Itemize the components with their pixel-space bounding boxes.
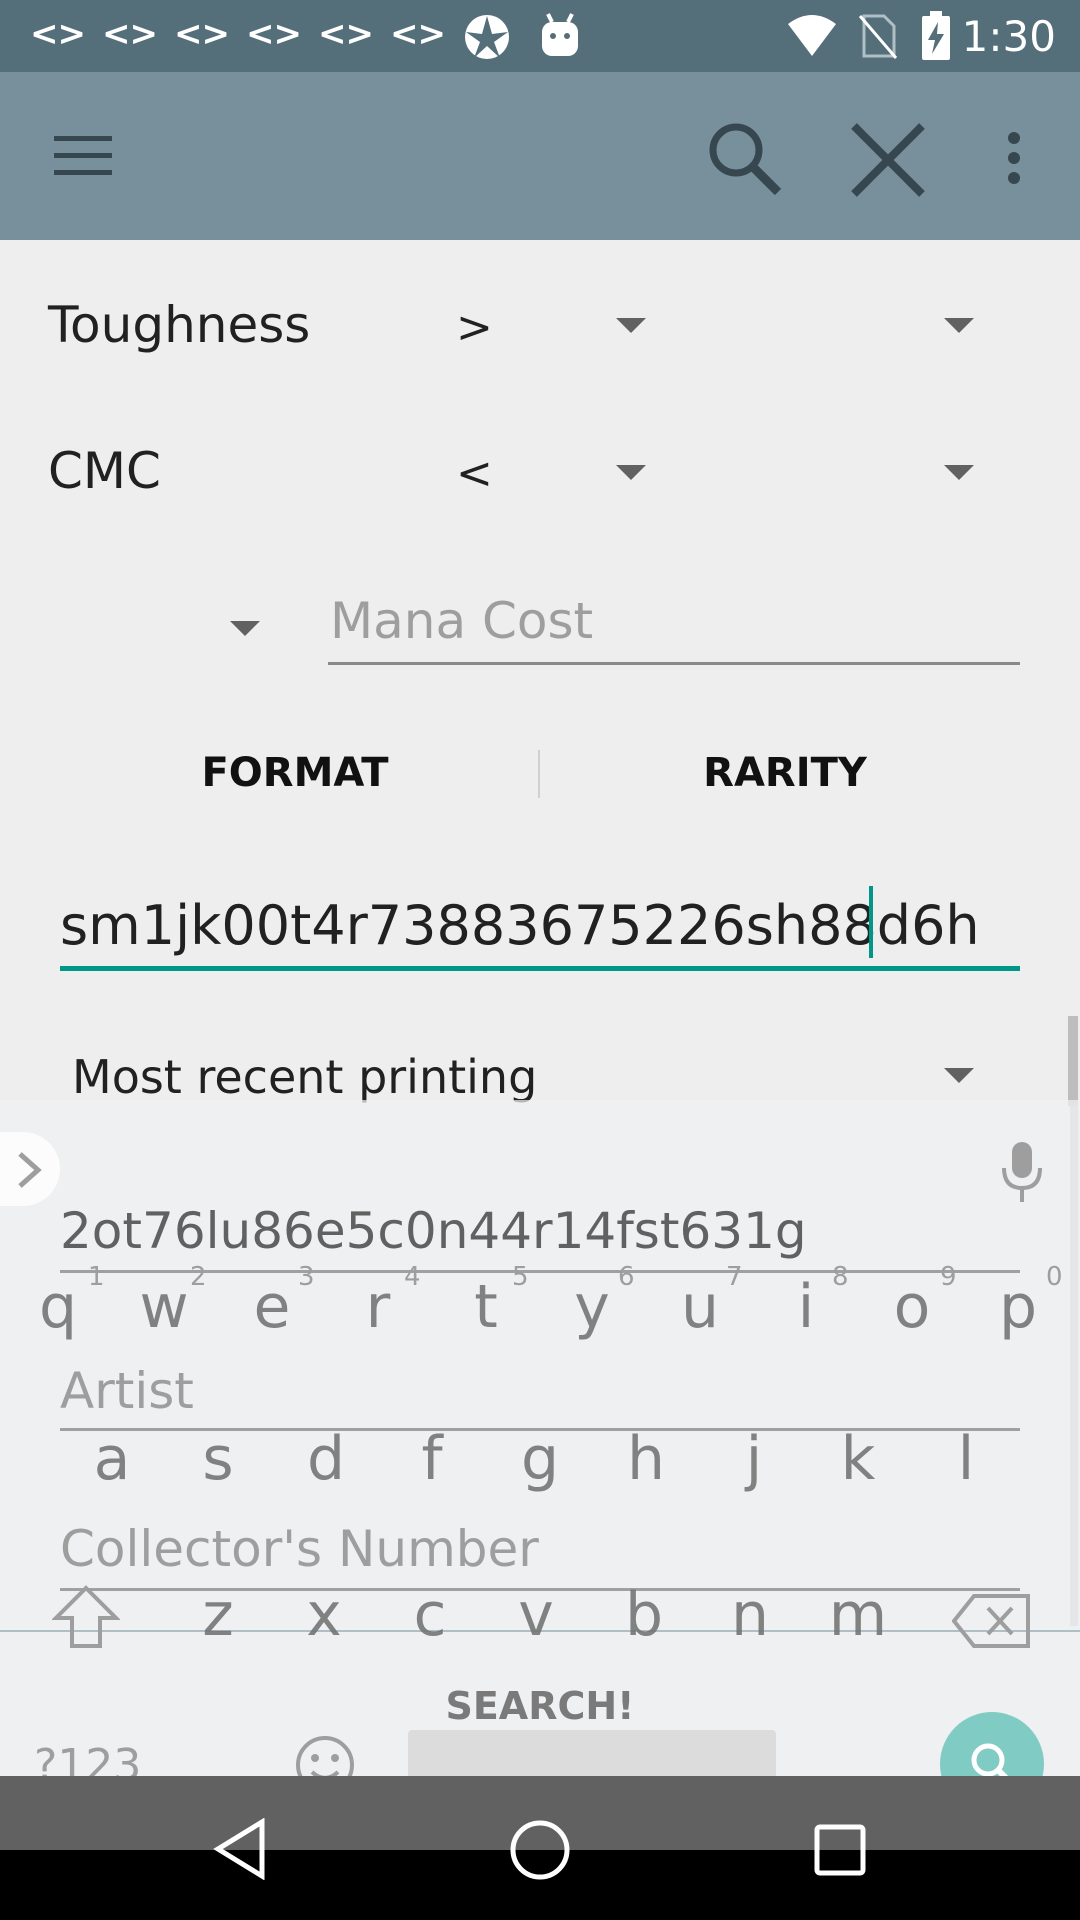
focused-underline bbox=[60, 966, 1020, 971]
wifi-icon bbox=[788, 15, 836, 56]
search-submit-button[interactable]: SEARCH! bbox=[340, 1684, 740, 1728]
key-t[interactable]: t bbox=[446, 1272, 526, 1342]
key-m[interactable]: m bbox=[818, 1580, 898, 1650]
key-k[interactable]: k bbox=[818, 1424, 898, 1494]
code-notification-icon: <> bbox=[246, 14, 302, 54]
mana-cost-input[interactable]: Mana Cost bbox=[330, 592, 593, 650]
key-c[interactable]: c bbox=[390, 1580, 470, 1650]
chevron-down-icon[interactable] bbox=[616, 318, 646, 333]
menu-icon[interactable] bbox=[54, 134, 114, 178]
mana-cost-underline bbox=[328, 662, 1020, 665]
code-notification-icon: <> bbox=[102, 14, 158, 54]
clock: 1:30 bbox=[961, 12, 1056, 61]
key-d[interactable]: d bbox=[286, 1424, 366, 1494]
status-bar: <> <> <> <> <> <> 1:30 bbox=[0, 0, 1080, 72]
cmc-label: CMC bbox=[48, 442, 161, 500]
key-y[interactable]: y bbox=[552, 1272, 632, 1342]
set-code-input[interactable]: 2ot76lu86e5c0n44r14fst631g bbox=[60, 1202, 807, 1260]
key-i[interactable]: i bbox=[766, 1272, 846, 1342]
key-h[interactable]: h bbox=[606, 1424, 686, 1494]
key-r[interactable]: r bbox=[338, 1272, 418, 1342]
code-notification-icon: <> bbox=[318, 14, 374, 54]
toughness-operator-spinner[interactable]: > bbox=[456, 302, 493, 353]
code-notification-icon: <> bbox=[30, 14, 86, 54]
toughness-label: Toughness bbox=[48, 296, 311, 354]
app-icon bbox=[465, 15, 509, 59]
key-u[interactable]: u bbox=[660, 1272, 740, 1342]
key-b[interactable]: b bbox=[604, 1580, 684, 1650]
key-g[interactable]: g bbox=[500, 1424, 580, 1494]
collector-number-input[interactable]: Collector's Number bbox=[60, 1520, 539, 1578]
printing-spinner[interactable]: Most recent printing bbox=[72, 1050, 537, 1104]
app-toolbar bbox=[0, 72, 1080, 240]
key-f[interactable]: f bbox=[392, 1424, 472, 1494]
tab-divider bbox=[538, 750, 540, 798]
key-z[interactable]: z bbox=[178, 1580, 258, 1650]
key-l[interactable]: l bbox=[926, 1424, 1006, 1494]
text-cursor bbox=[869, 886, 873, 958]
home-icon[interactable] bbox=[508, 1818, 572, 1882]
code-notification-icon: <> bbox=[174, 14, 230, 54]
format-button[interactable]: FORMAT bbox=[110, 750, 480, 796]
key-p[interactable]: p bbox=[978, 1272, 1058, 1342]
chevron-right-icon[interactable] bbox=[14, 1150, 44, 1190]
chevron-down-icon[interactable] bbox=[944, 1068, 974, 1083]
key-w[interactable]: w bbox=[124, 1272, 204, 1342]
key-v[interactable]: v bbox=[496, 1580, 576, 1650]
key-x[interactable]: x bbox=[284, 1580, 364, 1650]
set-search-input[interactable]: sm1jk00t4r73883675226sh88d6h bbox=[60, 894, 980, 957]
artist-input[interactable]: Artist bbox=[60, 1362, 194, 1420]
search-icon[interactable] bbox=[706, 120, 782, 196]
mana-cost-operator-spinner[interactable] bbox=[230, 621, 260, 636]
key-q[interactable]: q bbox=[18, 1272, 98, 1342]
more-vert-icon[interactable] bbox=[1002, 130, 1026, 186]
toughness-value-spinner[interactable] bbox=[944, 318, 974, 333]
cmc-value-spinner[interactable] bbox=[944, 465, 974, 480]
android-icon bbox=[542, 13, 578, 56]
back-icon[interactable] bbox=[212, 1818, 268, 1880]
cmc-operator-spinner[interactable]: < bbox=[456, 448, 493, 499]
code-notification-icon: <> bbox=[390, 14, 446, 54]
key-o[interactable]: o bbox=[872, 1272, 952, 1342]
scrollbar-thumb[interactable] bbox=[1068, 1016, 1078, 1106]
shift-icon[interactable] bbox=[52, 1584, 120, 1650]
key-a[interactable]: a bbox=[72, 1424, 152, 1494]
no-sim-icon bbox=[858, 14, 898, 59]
key-s[interactable]: s bbox=[178, 1424, 258, 1494]
battery-charging-icon bbox=[922, 11, 950, 60]
key-n[interactable]: n bbox=[710, 1580, 790, 1650]
key-j[interactable]: j bbox=[714, 1424, 794, 1494]
close-icon[interactable] bbox=[850, 122, 926, 198]
backspace-icon[interactable] bbox=[952, 1592, 1032, 1650]
mic-icon[interactable] bbox=[1000, 1140, 1044, 1206]
recents-icon[interactable] bbox=[814, 1824, 866, 1876]
rarity-button[interactable]: RARITY bbox=[600, 750, 970, 796]
key-e[interactable]: e bbox=[232, 1272, 312, 1342]
chevron-down-icon[interactable] bbox=[616, 465, 646, 480]
